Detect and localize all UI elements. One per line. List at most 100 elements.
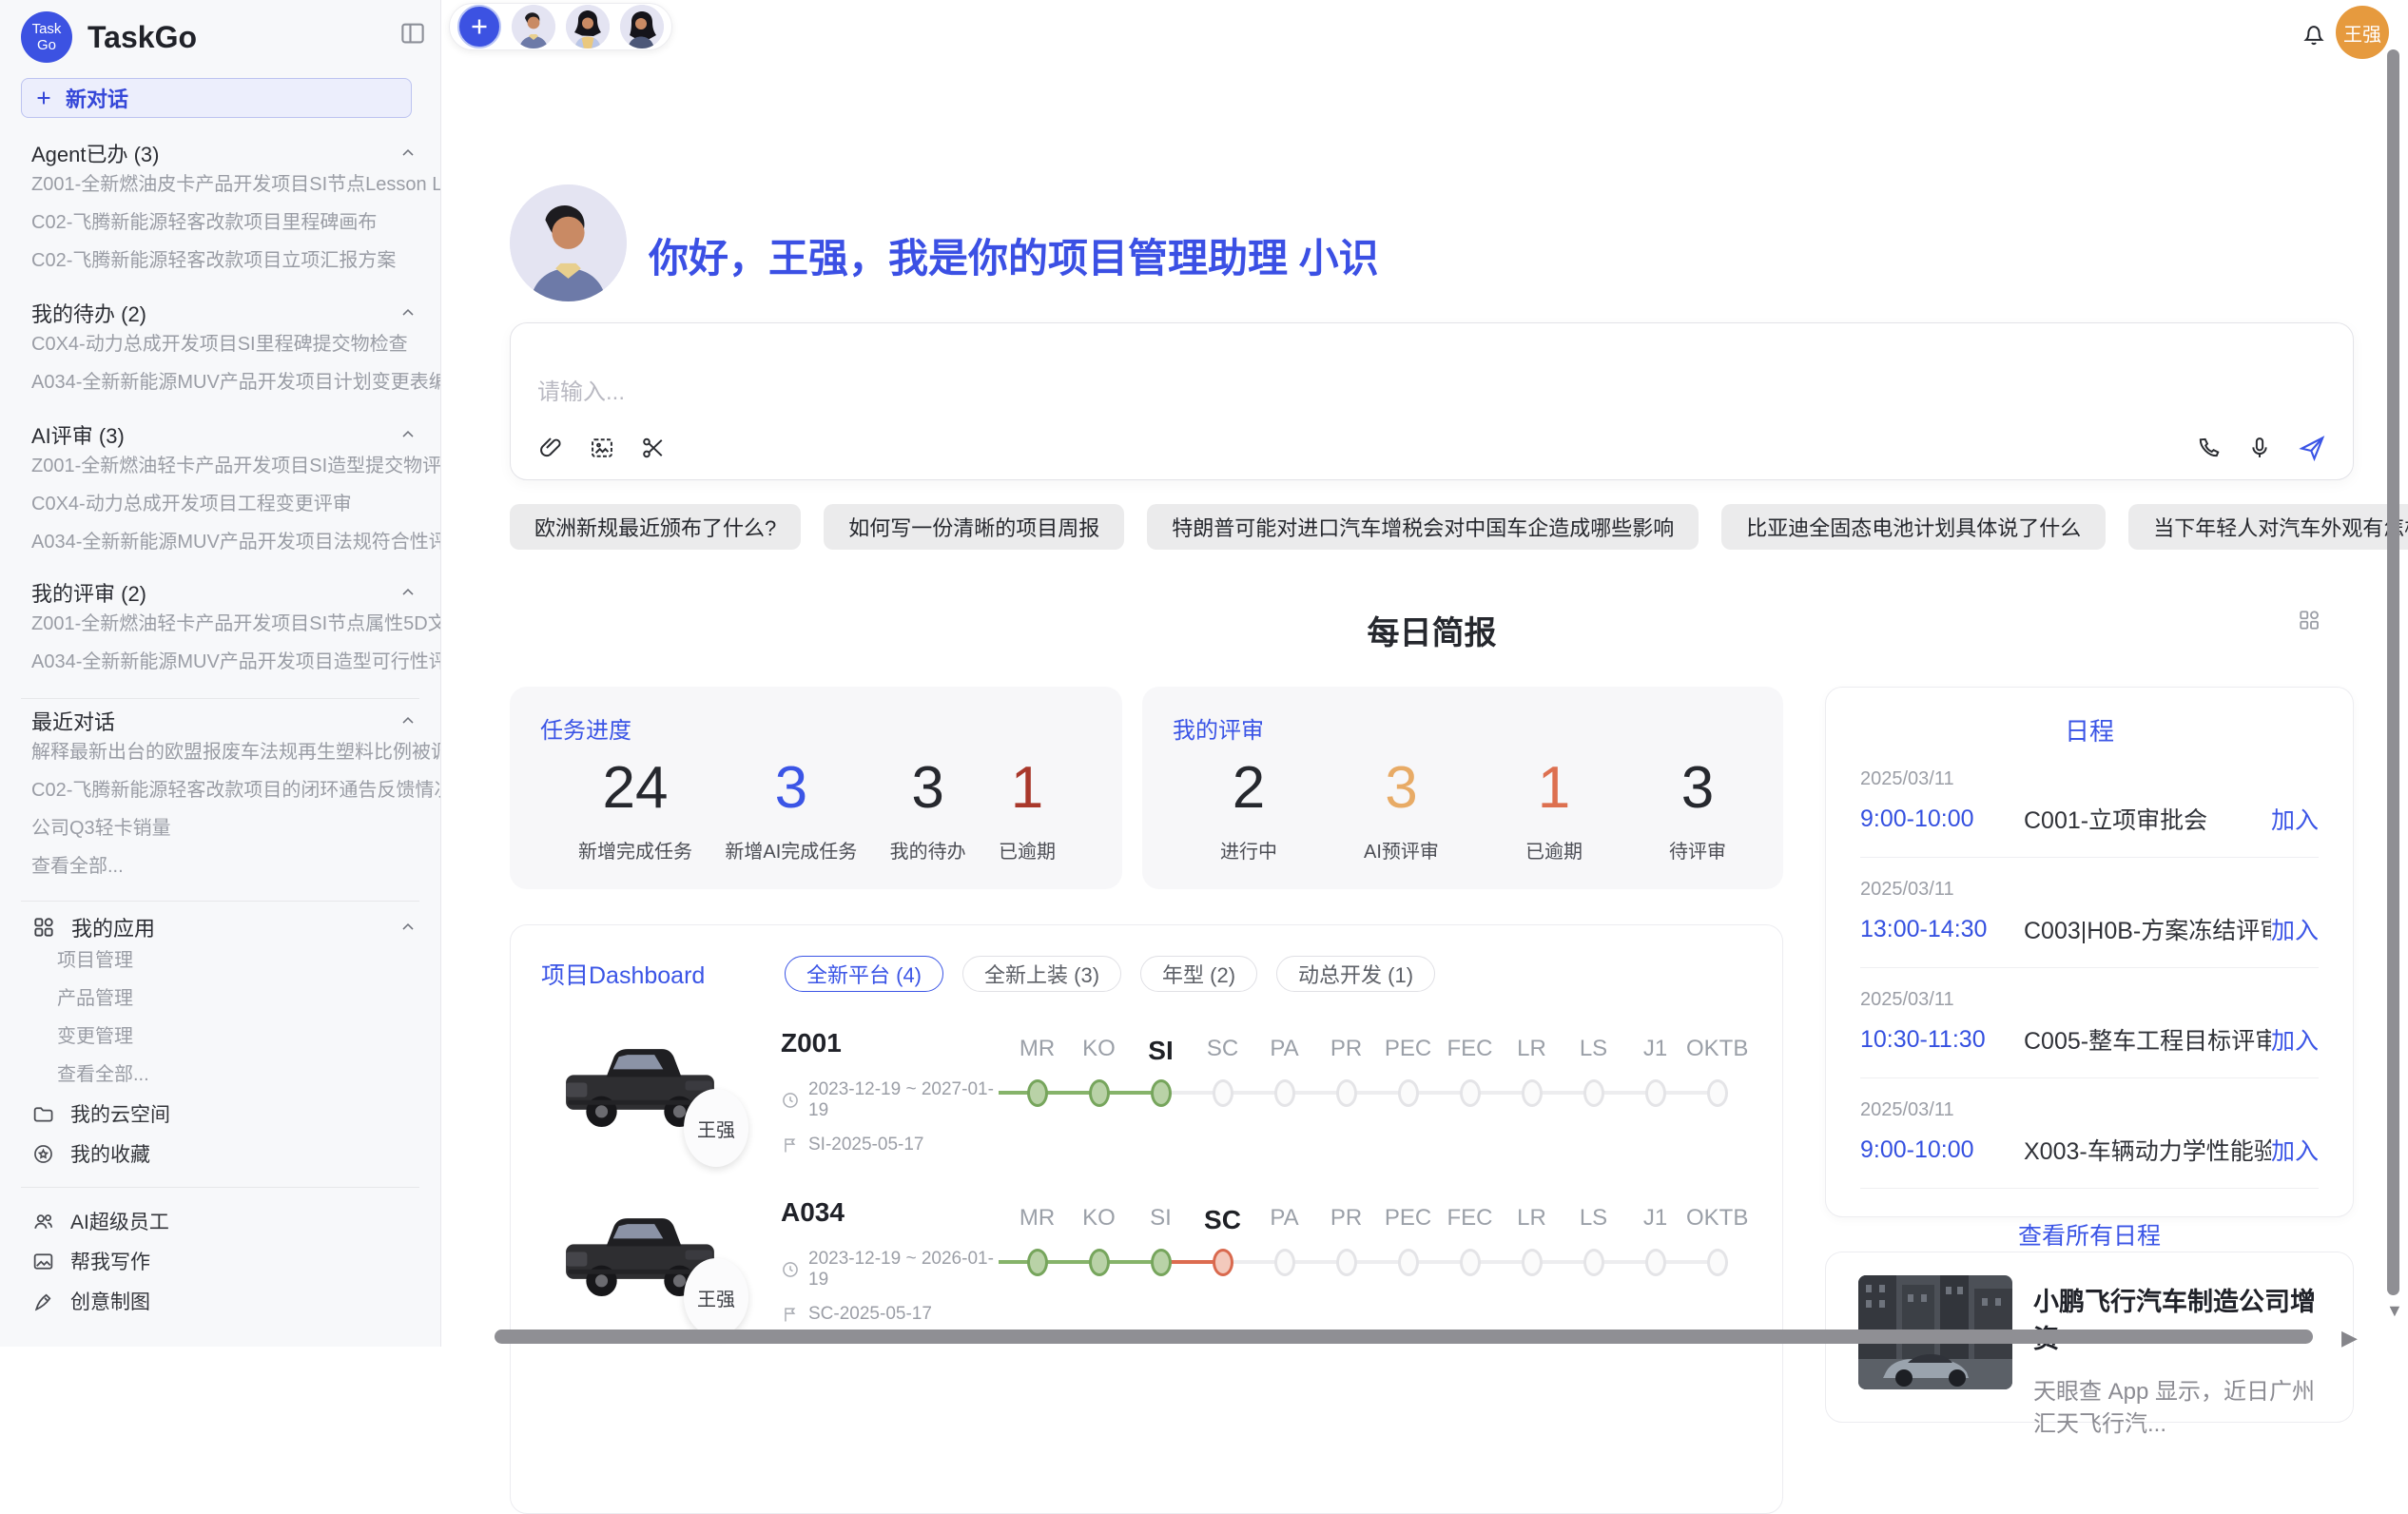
view-all-recent[interactable]: 查看全部... xyxy=(21,847,440,885)
list-item[interactable]: A034-全新新能源MUV产品开发项目法规符合性评审 xyxy=(21,523,440,561)
phone-icon[interactable] xyxy=(2195,435,2222,461)
list-item[interactable]: 解释最新出台的欧盟报废车法规再生塑料比例被调至15%... xyxy=(21,733,440,771)
section-title: AI评审 (3) xyxy=(31,419,125,450)
logo-text-bottom: Go xyxy=(37,37,56,53)
image-icon xyxy=(31,1250,55,1273)
milestone-dot xyxy=(1583,1079,1604,1107)
attachment-icon[interactable] xyxy=(537,435,564,461)
clock-icon xyxy=(781,1260,800,1279)
join-button[interactable]: 加入 xyxy=(2271,802,2319,836)
milestone-label: MR xyxy=(1006,1205,1068,1235)
list-item[interactable]: 公司Q3轻卡销量 xyxy=(21,809,440,847)
section-my-review[interactable]: 我的评审 (2) xyxy=(21,580,440,605)
join-button[interactable]: 加入 xyxy=(2271,912,2319,946)
app-header: Task Go TaskGo xyxy=(21,10,440,65)
sidebar-item-favorites[interactable]: 我的收藏 xyxy=(21,1134,440,1174)
card-title: 任务进度 xyxy=(540,711,1122,745)
image-upload-icon[interactable] xyxy=(589,435,615,461)
list-item[interactable]: C0X4-动力总成开发项目工程变更评审 xyxy=(21,485,440,523)
suggestion-chip[interactable]: 特朗普可能对进口汽车增税会对中国车企造成哪些影响 xyxy=(1147,504,1699,550)
new-chat-button[interactable]: 新对话 xyxy=(21,78,412,118)
schedule-item: 2025/03/11 9:00-10:00 X003-车辆动力学性能验... 加… xyxy=(1860,1078,2319,1189)
layout-grid-icon[interactable] xyxy=(2296,607,2322,633)
tab-model-year[interactable]: 年型 (2) xyxy=(1140,956,1257,992)
avatar-woman-1[interactable] xyxy=(566,5,610,49)
stat-overdue: 1 已逾期 xyxy=(999,754,1056,864)
sidebar: Task Go TaskGo 新对话 Agent已办 (3) Z001-全新燃油… xyxy=(0,0,441,1347)
schedule-title: 日程 xyxy=(1860,712,2319,747)
milestone-label: LS xyxy=(1563,1205,1624,1235)
plus-icon xyxy=(33,87,54,108)
sidebar-item-product-mgmt[interactable]: 产品管理 xyxy=(21,980,440,1018)
milestone-label: SC xyxy=(1192,1036,1253,1066)
chat-input[interactable]: 请输入... xyxy=(510,322,2354,480)
scissors-icon[interactable] xyxy=(640,435,667,461)
horizontal-scrollbar[interactable] xyxy=(495,1330,2313,1344)
join-button[interactable]: 加入 xyxy=(2271,1022,2319,1057)
list-item[interactable]: Z001-全新燃油皮卡产品开发项目SI节点Lesson Learn报告 xyxy=(21,165,440,204)
list-item[interactable]: A034-全新新能源MUV产品开发项目造型可行性评审 xyxy=(21,643,440,681)
sidebar-item-creative-draw[interactable]: 创意制图 xyxy=(21,1281,440,1321)
sidebar-collapse-icon[interactable] xyxy=(398,19,427,48)
list-item[interactable]: C02-飞腾新能源轻客改款项目立项汇报方案 xyxy=(21,242,440,280)
milestone-label: PA xyxy=(1253,1205,1315,1235)
view-all-schedule[interactable]: 查看所有日程 xyxy=(1860,1217,2319,1252)
schedule-item: 2025/03/11 9:00-10:00 C001-立项审批会 加入 xyxy=(1860,747,2319,858)
section-ai-review[interactable]: AI评审 (3) xyxy=(21,422,440,447)
sidebar-item-cloud-space[interactable]: 我的云空间 xyxy=(21,1094,440,1134)
milestone-dot xyxy=(1398,1249,1419,1276)
milestone-dot xyxy=(1583,1249,1604,1276)
tab-new-platform[interactable]: 全新平台 (4) xyxy=(785,956,943,992)
avatar-woman-2[interactable] xyxy=(620,5,664,49)
section-recent-chats[interactable]: 最近对话 xyxy=(21,708,440,733)
avatar-man[interactable] xyxy=(512,5,555,49)
section-agent-done[interactable]: Agent已办 (3) xyxy=(21,141,440,165)
pen-icon xyxy=(31,1290,55,1313)
tab-powertrain[interactable]: 动总开发 (1) xyxy=(1276,956,1435,992)
mic-icon[interactable] xyxy=(2246,435,2273,461)
sidebar-item-project-mgmt[interactable]: 项目管理 xyxy=(21,941,440,980)
stat-pending-review: 3 待评审 xyxy=(1669,754,1726,864)
suggestion-chip[interactable]: 当下年轻人对汽车外观有怎样的喜好趋势 xyxy=(2128,504,2408,550)
my-review-card: 我的评审 2 进行中 3 AI预评审 1 已逾期 3 待评审 xyxy=(1142,687,1783,889)
list-item[interactable]: C02-飞腾新能源轻客改款项目的闭环通告反馈情况 xyxy=(21,771,440,809)
sidebar-item-change-mgmt[interactable]: 变更管理 xyxy=(21,1018,440,1056)
sidebar-item-label: 我的收藏 xyxy=(70,1139,150,1168)
milestone-label: J1 xyxy=(1624,1036,1686,1066)
section-my-todo[interactable]: 我的待办 (2) xyxy=(21,301,440,325)
project-row-z001[interactable]: 王强 Z001 2023-12-19 ~ 2027-01-19 SI-2025-… xyxy=(511,992,1782,1155)
milestone-dot xyxy=(1398,1079,1419,1107)
project-row-a034[interactable]: 王强 A034 2023-12-19 ~ 2026-01-19 SC-2025-… xyxy=(511,1155,1782,1325)
tab-new-body[interactable]: 全新上装 (3) xyxy=(962,956,1121,992)
suggestion-chip[interactable]: 比亚迪全固态电池计划具体说了什么 xyxy=(1721,504,2106,550)
join-button[interactable]: 加入 xyxy=(2271,1133,2319,1167)
add-session-button[interactable] xyxy=(457,5,501,49)
list-item[interactable]: A034-全新新能源MUV产品开发项目计划变更表编写 xyxy=(21,363,440,401)
news-text: 天眼查 App 显示，近日广州汇天飞行汽... xyxy=(2033,1376,2326,1441)
sidebar-item-label: 创意制图 xyxy=(70,1287,150,1315)
list-item[interactable]: Z001-全新燃油轻卡产品开发项目SI节点属性5D文件评审 xyxy=(21,605,440,643)
divider xyxy=(21,901,419,902)
project-owner-badge: 王强 xyxy=(684,1258,748,1336)
stat-ai-done: 3 新增AI完成任务 xyxy=(725,754,857,864)
milestone-label: MR xyxy=(1006,1036,1068,1066)
list-item[interactable]: C0X4-动力总成开发项目SI里程碑提交物检查 xyxy=(21,325,440,363)
user-avatar[interactable]: 王强 xyxy=(2336,6,2389,59)
suggestion-chip[interactable]: 欧洲新规最近颁布了什么? xyxy=(510,504,801,550)
view-all-apps[interactable]: 查看全部... xyxy=(21,1056,440,1094)
scroll-right-arrow[interactable]: ▶ xyxy=(2341,1326,2358,1350)
sidebar-item-ai-staff[interactable]: AI超级员工 xyxy=(21,1201,440,1241)
milestone-label: FEC xyxy=(1439,1205,1501,1235)
send-icon[interactable] xyxy=(2298,434,2326,462)
list-item[interactable]: C02-飞腾新能源轻客改款项目里程碑画布 xyxy=(21,204,440,242)
suggestion-chip[interactable]: 如何写一份清晰的项目周报 xyxy=(824,504,1124,550)
list-item[interactable]: Z001-全新燃油轻卡产品开发项目SI造型提交物评审 xyxy=(21,447,440,485)
vertical-scrollbar[interactable] xyxy=(2387,49,2399,1295)
schedule-item: 2025/03/11 10:30-11:30 C005-整车工程目标评审 加入 xyxy=(1860,968,2319,1078)
sidebar-item-label: 我的云空间 xyxy=(70,1099,170,1128)
scroll-down-arrow[interactable]: ▼ xyxy=(2386,1301,2403,1321)
section-my-apps[interactable]: 我的应用 xyxy=(21,913,440,941)
sidebar-item-write-helper[interactable]: 帮我写作 xyxy=(21,1241,440,1281)
bell-icon[interactable] xyxy=(2300,19,2328,48)
project-owner-badge: 王强 xyxy=(684,1089,748,1167)
